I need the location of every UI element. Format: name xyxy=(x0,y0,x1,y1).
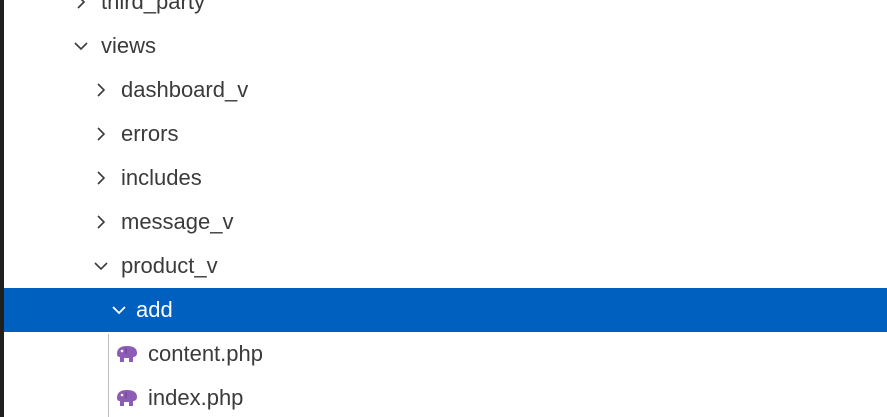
tree-item-dashboard-v[interactable]: dashboard_v xyxy=(0,68,887,112)
chevron-right-icon xyxy=(70,0,92,13)
tree-item-label: third_party xyxy=(101,0,205,14)
tree-item-label: product_v xyxy=(121,253,218,278)
chevron-down-icon xyxy=(108,299,130,321)
tree-item-errors[interactable]: errors xyxy=(0,112,887,156)
tree-item-views[interactable]: views xyxy=(0,24,887,68)
tree-item-label: views xyxy=(101,33,157,58)
tree-item-label: add xyxy=(136,297,173,322)
tree-item-label: includes xyxy=(121,165,202,190)
tree-item-index-php[interactable]: index.php xyxy=(0,376,887,417)
tree-item-add[interactable]: add xyxy=(0,288,887,332)
tree-item-label: index.php xyxy=(148,385,244,410)
chevron-right-icon xyxy=(90,167,112,189)
chevron-right-icon xyxy=(90,211,112,233)
file-explorer-tree: third_party views dashboard_v errors inc… xyxy=(0,0,887,417)
chevron-down-icon xyxy=(90,255,112,277)
tree-item-product-v[interactable]: product_v xyxy=(0,244,887,288)
chevron-right-icon xyxy=(90,123,112,145)
php-elephant-icon xyxy=(114,343,140,365)
tree-indent-guide xyxy=(108,334,109,417)
tree-item-message-v[interactable]: message_v xyxy=(0,200,887,244)
tree-item-label: dashboard_v xyxy=(121,77,249,102)
tree-item-content-php[interactable]: content.php xyxy=(0,332,887,376)
tree-item-label: content.php xyxy=(148,341,263,366)
chevron-right-icon xyxy=(90,79,112,101)
window-left-border xyxy=(0,0,4,417)
tree-item-includes[interactable]: includes xyxy=(0,156,887,200)
tree-item-third-party[interactable]: third_party xyxy=(0,0,887,24)
chevron-down-icon xyxy=(70,35,92,57)
tree-item-label: errors xyxy=(121,121,179,146)
tree-item-label: message_v xyxy=(121,209,234,234)
php-elephant-icon xyxy=(114,387,140,409)
